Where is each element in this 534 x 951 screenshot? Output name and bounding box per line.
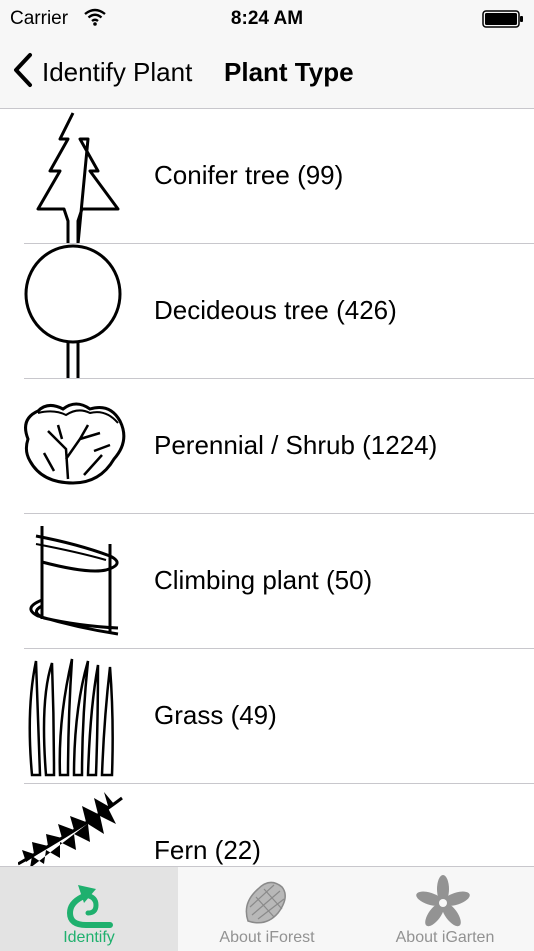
list-item-climbing-plant[interactable]: Climbing plant (50) xyxy=(0,514,534,649)
page-title: Plant Type xyxy=(224,57,354,87)
shrub-icon xyxy=(18,379,128,514)
battery-icon xyxy=(482,10,524,33)
climbing-plant-icon xyxy=(18,514,128,649)
plant-type-list: Conifer tree (99) Decideous tree (426) P… xyxy=(0,109,534,866)
tab-label: About iGarten xyxy=(395,929,495,946)
tab-label: About iForest xyxy=(219,929,315,946)
list-item-label: Conifer tree (99) xyxy=(154,160,344,190)
tab-identify[interactable]: Identify xyxy=(0,867,178,951)
tab-bar: Identify About iForest About iGarten xyxy=(0,866,534,951)
list-item-fern[interactable]: Fern (22) xyxy=(0,784,534,866)
tab-about-iforest[interactable]: About iForest xyxy=(178,867,356,951)
back-button-label: Identify Plant xyxy=(42,56,193,87)
grass-icon xyxy=(18,649,128,784)
identify-arrow-icon xyxy=(0,873,178,929)
list-item-deciduous-tree[interactable]: Decideous tree (426) xyxy=(0,244,534,379)
tab-label: Identify xyxy=(63,929,115,946)
list-item-label: Climbing plant (50) xyxy=(154,565,373,595)
pine-cone-icon xyxy=(178,873,356,929)
list-item-label: Perennial / Shrub (1224) xyxy=(154,430,438,460)
conifer-tree-icon xyxy=(18,109,128,246)
chevron-left-icon xyxy=(12,52,34,93)
status-bar: Carrier 8:24 AM xyxy=(0,0,534,38)
tab-about-igarten[interactable]: About iGarten xyxy=(356,867,534,951)
fern-icon xyxy=(17,784,128,866)
list-item-label: Decideous tree (426) xyxy=(154,295,397,325)
list-item-perennial-shrub[interactable]: Perennial / Shrub (1224) xyxy=(0,379,534,514)
back-button[interactable]: Identify Plant xyxy=(12,52,192,92)
deciduous-tree-icon xyxy=(18,244,128,379)
navigation-bar: Identify Plant Plant Type xyxy=(0,38,534,109)
list-item-grass[interactable]: Grass (49) xyxy=(0,649,534,784)
list-item-conifer-tree[interactable]: Conifer tree (99) xyxy=(0,109,534,246)
list-item-label: Fern (22) xyxy=(154,835,261,865)
list-item-label: Grass (49) xyxy=(154,700,277,730)
flower-icon xyxy=(356,873,534,929)
clock: 8:24 AM xyxy=(230,8,304,29)
